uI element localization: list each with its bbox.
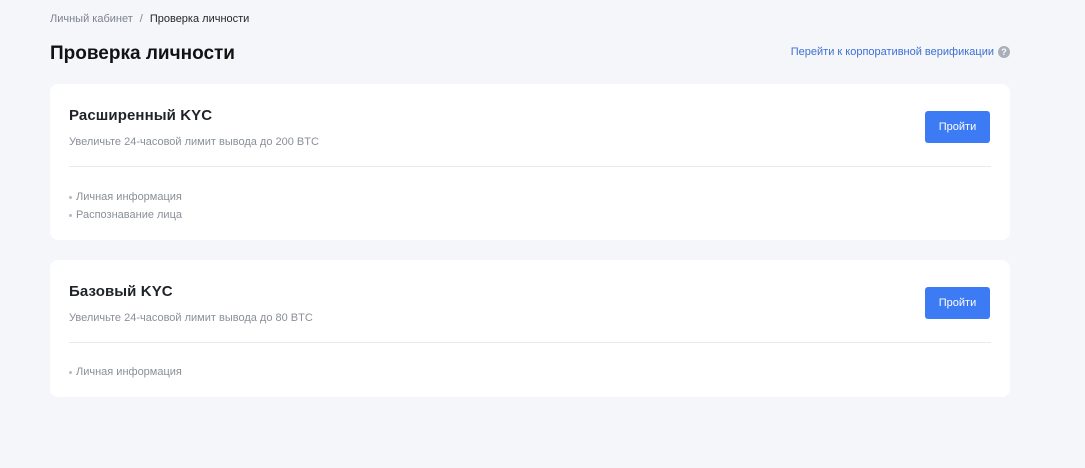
breadcrumb-link-account[interactable]: Личный кабинет <box>50 12 133 26</box>
kyc-card-basic: Базовый KYC Увеличьте 24-часовой лимит в… <box>50 260 1010 397</box>
bullet-icon <box>69 195 72 199</box>
requirement-item: Распознавание лица <box>69 206 182 224</box>
requirement-label: Личная информация <box>76 191 182 203</box>
corporate-verification-link[interactable]: Перейти к корпоративной верификации ? <box>791 45 1010 59</box>
card-divider <box>69 166 991 167</box>
requirements-list: Личная информация Распознавание лица <box>69 188 182 224</box>
breadcrumb: Личный кабинет / Проверка личности <box>50 12 249 26</box>
start-advanced-kyc-button[interactable]: Пройти <box>925 111 990 143</box>
page-title: Проверка личности <box>50 43 235 64</box>
requirement-label: Распознавание лица <box>76 209 182 221</box>
corporate-verification-link-label[interactable]: Перейти к корпоративной верификации <box>791 45 994 59</box>
card-title: Базовый KYC <box>69 283 173 300</box>
requirement-item: Личная информация <box>69 363 182 381</box>
requirement-label: Личная информация <box>76 366 182 378</box>
bullet-icon <box>69 370 72 374</box>
card-subtitle: Увеличьте 24-часовой лимит вывода до 80 … <box>69 312 313 324</box>
help-icon[interactable]: ? <box>998 46 1010 58</box>
kyc-card-advanced: Расширенный KYC Увеличьте 24-часовой лим… <box>50 84 1010 240</box>
card-title: Расширенный KYC <box>69 107 213 124</box>
breadcrumb-current: Проверка личности <box>149 13 250 25</box>
bullet-icon <box>69 213 72 217</box>
breadcrumb-separator: / <box>139 13 143 25</box>
card-divider <box>69 342 991 343</box>
start-basic-kyc-button[interactable]: Пройти <box>925 287 990 319</box>
requirements-list: Личная информация <box>69 363 182 381</box>
requirement-item: Личная информация <box>69 188 182 206</box>
card-subtitle: Увеличьте 24-часовой лимит вывода до 200… <box>69 136 319 148</box>
